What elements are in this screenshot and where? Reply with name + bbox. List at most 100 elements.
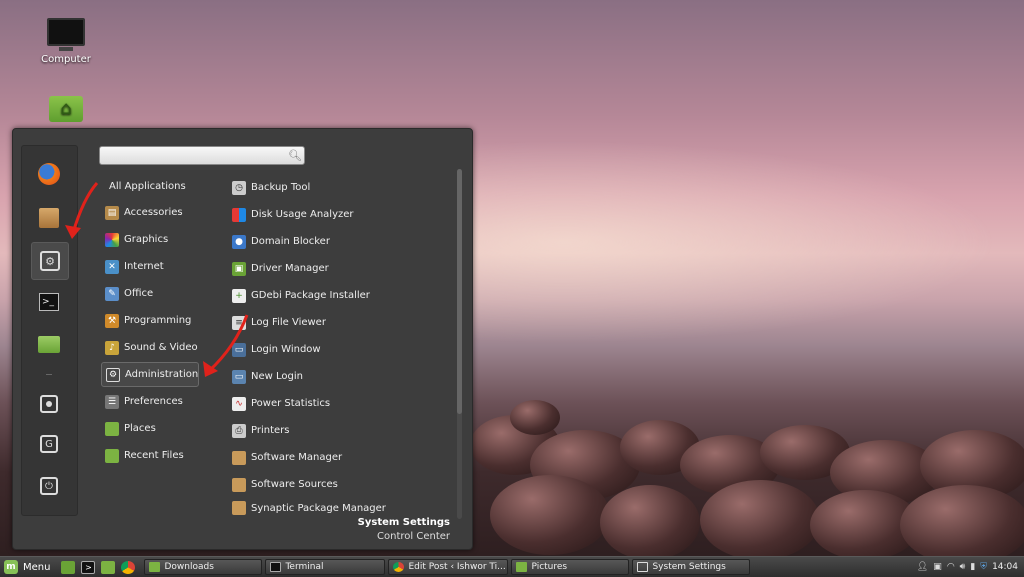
app-domain-blocker[interactable]: ● Domain Blocker [232,229,392,254]
user-icon[interactable]: 👤︎ [917,562,928,572]
category-recent-files[interactable]: Recent Files [101,443,199,468]
apps-scrollbar[interactable] [457,169,462,519]
app-printers[interactable]: ⎙ Printers [232,418,392,443]
search-icon: 🔍︎ [288,149,302,162]
printer-icon: ⎙ [232,423,246,438]
app-log-file-viewer[interactable]: ≡ Log File Viewer [232,310,392,335]
fav-shutdown[interactable]: ⏻ [31,468,67,504]
app-driver-manager[interactable]: ▣ Driver Manager [232,256,392,281]
clipboard-icon[interactable]: ▣ [933,562,942,572]
preferences-icon: ☰ [105,394,119,409]
internet-icon: ✕ [105,259,119,274]
app-label: Synaptic Package Manager [251,502,386,514]
recent-files-folder-icon [105,448,119,463]
category-all-applications[interactable]: All Applications [101,174,199,199]
app-label: Driver Manager [251,263,329,274]
category-administration[interactable]: ⚙ Administration [101,362,199,387]
app-label: Power Statistics [251,398,331,409]
app-label: Software Manager [251,452,343,463]
terminal-launcher-icon[interactable]: > [81,560,96,574]
app-gdebi-installer[interactable]: + GDebi Package Installer [232,283,392,308]
synaptic-icon [232,501,246,515]
annotation-arrow-1 [65,182,99,239]
software-manager-icon [232,450,246,465]
disk-usage-icon [232,207,246,222]
graphics-icon [105,232,119,247]
application-menu: ⚙ >_ G ⏻ 🔍︎ All Applications ▤ Accessori… [12,128,473,550]
category-label: Places [124,423,156,434]
taskbar-window-pictures[interactable]: Pictures [511,559,630,575]
terminal-icon [270,562,282,572]
window-label: Downloads [164,562,214,572]
accessories-icon: ▤ [105,205,119,220]
app-label: New Login [251,371,303,382]
folder-icon [516,562,528,572]
app-label: GDebi Package Installer [251,290,370,301]
taskbar-window-downloads[interactable]: Downloads [144,559,263,575]
category-label: Programming [124,315,192,326]
category-label: Graphics [124,234,169,245]
files-launcher-icon[interactable] [101,560,116,574]
power-icon: ⏻ [40,477,58,495]
window-label: System Settings [652,562,726,572]
app-synaptic[interactable]: Synaptic Package Manager [232,499,392,517]
programming-icon: ⚒ [105,313,119,328]
fav-logout[interactable]: G [31,426,67,462]
folder-icon [38,335,60,353]
desktop-computer-icon[interactable]: Computer [26,18,106,65]
desktop-icon-label: Computer [41,54,91,65]
home-folder-icon [49,96,83,122]
taskbar: m Menu > Downloads Terminal Edit Post ‹ … [0,556,1024,577]
volume-icon[interactable]: 🔊︎ [960,562,966,572]
fav-terminal[interactable]: >_ [31,284,67,320]
category-label: Recent Files [124,450,184,461]
battery-icon[interactable]: ▮ [970,562,975,572]
fav-files[interactable] [31,326,67,362]
app-software-sources[interactable]: Software Sources [232,472,392,497]
taskbar-window-system-settings[interactable]: System Settings [632,559,751,575]
shield-icon[interactable]: ⛨ [980,562,987,572]
backup-tool-icon: ◷ [232,180,246,195]
fav-separator [46,374,52,375]
taskbar-window-chrome[interactable]: Edit Post ‹ Ishwor Ti... [388,559,509,575]
app-label: Software Sources [251,479,338,490]
category-sound-video[interactable]: ♪ Sound & Video [101,335,199,360]
scrollbar-thumb[interactable] [457,169,462,414]
app-login-window[interactable]: ▭ Login Window [232,337,392,362]
lock-icon [40,395,58,413]
menu-button[interactable]: m Menu [4,560,50,574]
monitor-icon [47,18,85,51]
logout-icon: G [40,435,58,453]
app-label: Log File Viewer [251,317,326,328]
category-preferences[interactable]: ☰ Preferences [101,389,199,414]
window-label: Pictures [531,562,568,572]
gdebi-icon: + [232,288,246,303]
taskbar-window-terminal[interactable]: Terminal [265,559,386,575]
category-internet[interactable]: ✕ Internet [101,254,199,279]
show-desktop-icon[interactable] [61,560,76,574]
category-graphics[interactable]: Graphics [101,227,199,252]
info-title: System Settings [357,517,450,528]
app-power-statistics[interactable]: ∿ Power Statistics [232,391,392,416]
category-label: All Applications [109,181,186,192]
software-sources-icon [232,477,246,492]
category-accessories[interactable]: ▤ Accessories [101,200,199,225]
app-new-login[interactable]: ▭ New Login [232,364,392,389]
clock[interactable]: 14:04 [992,562,1018,572]
desktop-home-icon[interactable] [26,96,106,122]
app-software-manager[interactable]: Software Manager [232,445,392,470]
app-backup-tool[interactable]: ◷ Backup Tool [232,175,392,200]
driver-manager-icon: ▣ [232,261,246,276]
category-programming[interactable]: ⚒ Programming [101,308,199,333]
category-places[interactable]: Places [101,416,199,441]
settings-icon: ⚙ [40,251,60,271]
wallpaper-rocks [470,395,1024,560]
category-office[interactable]: ✎ Office [101,281,199,306]
app-disk-usage-analyzer[interactable]: Disk Usage Analyzer [232,202,392,227]
chrome-launcher-icon[interactable] [121,560,136,574]
search-input[interactable] [99,146,305,165]
category-label: Administration [125,369,199,380]
network-icon[interactable]: ◠ [947,562,955,572]
administration-icon: ⚙ [106,367,120,382]
fav-lock-screen[interactable] [31,386,67,422]
